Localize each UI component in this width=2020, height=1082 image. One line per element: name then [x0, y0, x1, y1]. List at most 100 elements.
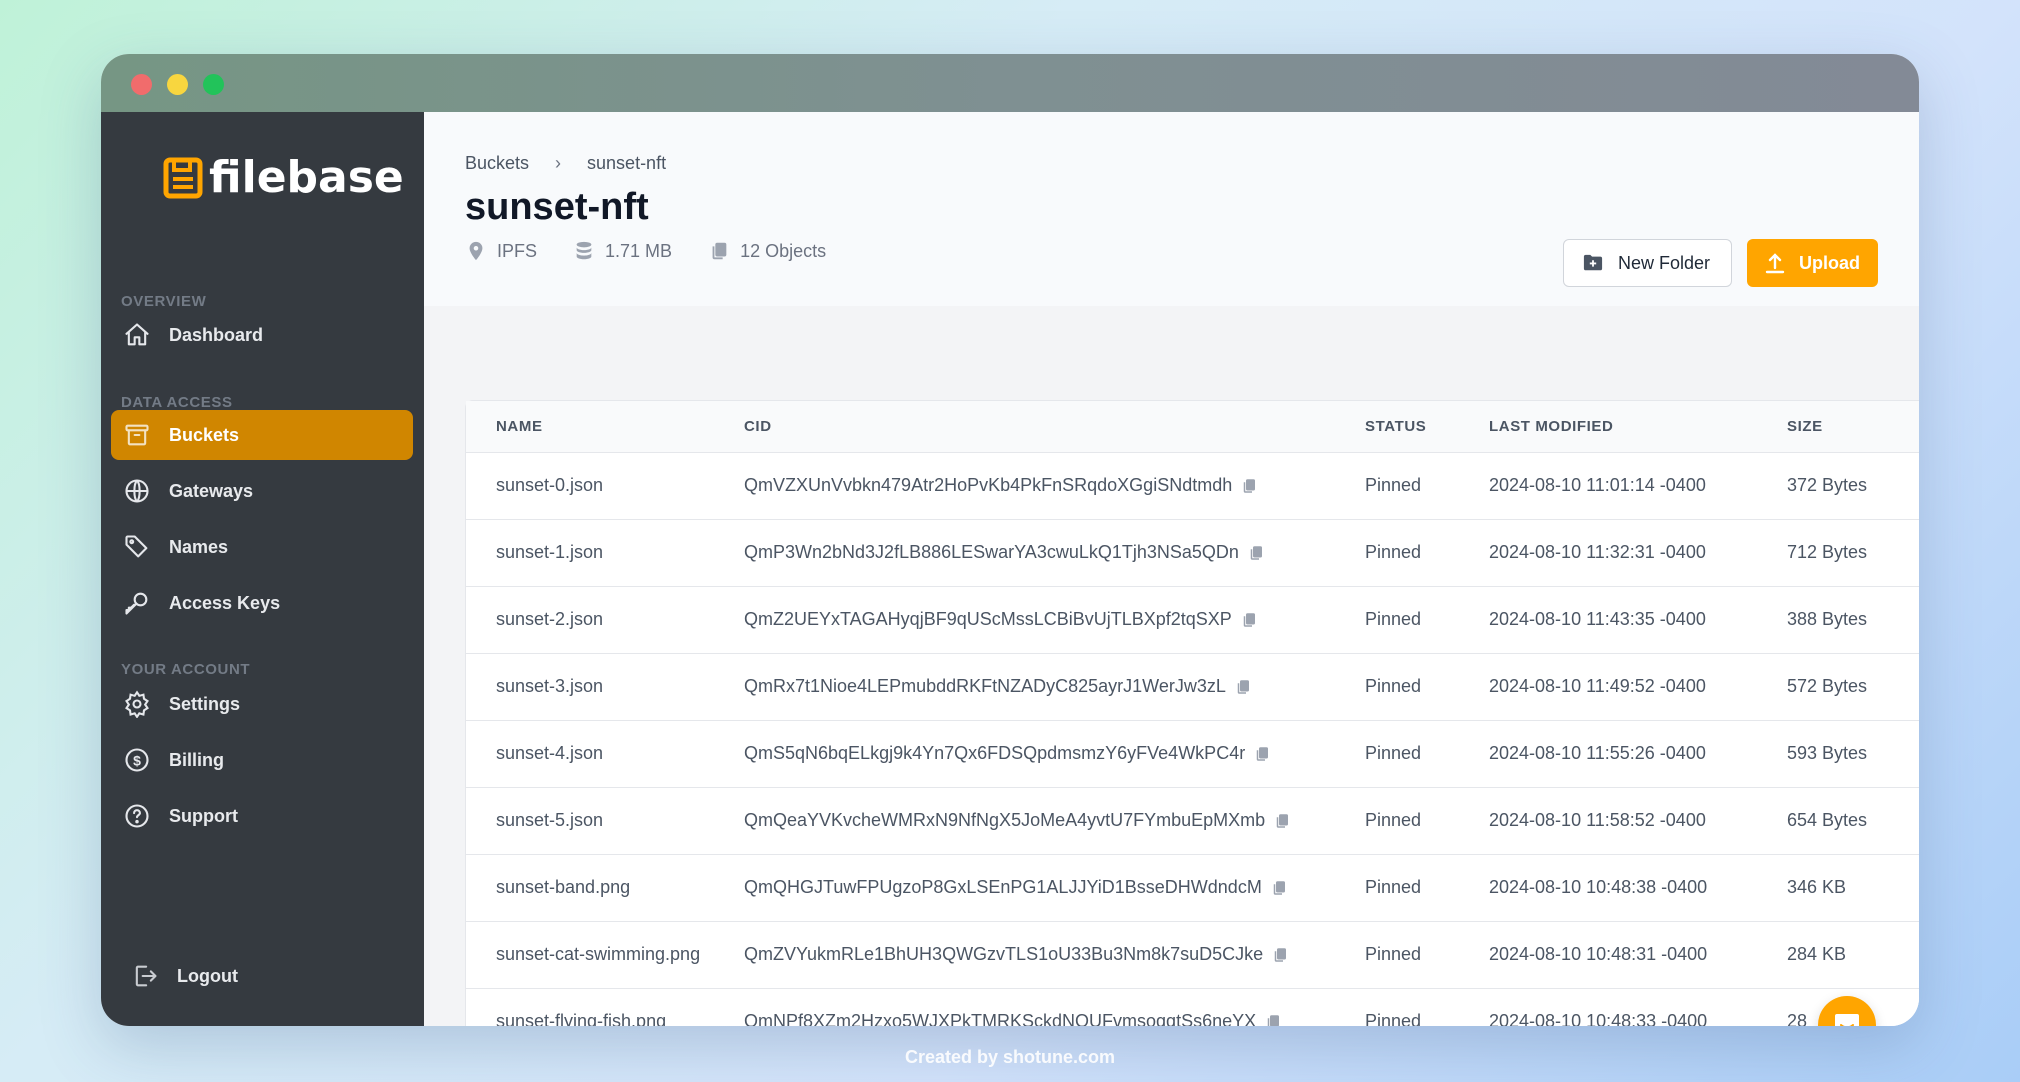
- cell-size: 712 Bytes: [1787, 519, 1919, 587]
- documents-icon: [712, 242, 727, 260]
- objects-table: NAME CID STATUS LAST MODIFIED SIZE sunse…: [466, 401, 1919, 1026]
- sidebar-item-buckets[interactable]: Buckets: [111, 410, 413, 460]
- sidebar-item-label: Billing: [169, 749, 224, 770]
- cell-name[interactable]: sunset-3.json: [466, 653, 744, 721]
- column-header-last-modified[interactable]: LAST MODIFIED: [1489, 401, 1787, 453]
- table-row[interactable]: sunset-cat-swimming.png QmZVYukmRLe1BhUH3…: [466, 921, 1919, 989]
- sidebar-item-support[interactable]: Support: [111, 791, 413, 841]
- table-row[interactable]: sunset-band.png QmQHGJTuwFPUgzoP8GxLSEnPG…: [466, 854, 1919, 922]
- table-row[interactable]: sunset-1.json QmP3Wn2bNd3J2fLB886LESwarYA…: [466, 519, 1919, 587]
- table-row[interactable]: sunset-flying-fish.png QmNPf8XZm2Hzxo5WJX…: [466, 988, 1919, 1026]
- breadcrumb-buckets-link[interactable]: Buckets: [465, 153, 529, 174]
- copy-icon[interactable]: [1240, 477, 1258, 495]
- cid-value: QmQeaYVKvcheWMRxN9NfNgX5JoMeA4yvtU7FYmbu…: [744, 810, 1266, 830]
- cell-status: Pinned: [1365, 854, 1489, 922]
- meta-size: 1.71 MB: [573, 240, 672, 262]
- sidebar-item-billing[interactable]: $ Billing: [111, 735, 413, 785]
- location-pin-icon: [469, 241, 483, 261]
- table-row[interactable]: sunset-4.json QmS5qN6bqELkgj9k4Yn7Qx6FDSQ…: [466, 720, 1919, 788]
- sidebar-item-label: Access Keys: [169, 592, 281, 613]
- cell-name[interactable]: sunset-flying-fish.png: [466, 988, 744, 1026]
- cid-value: QmS5qN6bqELkgj9k4Yn7Qx6FDSQpdmsmzY6yFVe4…: [744, 743, 1246, 763]
- cell-last-modified: 2024-08-10 11:01:14 -0400: [1489, 452, 1787, 520]
- sidebar: filebase OVERVIEW Dashboard DATA ACCESS …: [101, 112, 424, 1026]
- archive-box-icon: [125, 424, 149, 446]
- sidebar-item-names[interactable]: Names: [111, 522, 413, 572]
- cid-value: QmVZXUnVvbkn479Atr2HoPvKb4PkFnSRqdoXGgiS…: [744, 475, 1233, 495]
- cell-cid: QmS5qN6bqELkgj9k4Yn7Qx6FDSQpdmsmzY6yFVe4…: [744, 720, 1365, 788]
- sidebar-item-label: Gateways: [169, 480, 254, 501]
- sidebar-item-gateways[interactable]: Gateways: [111, 466, 413, 516]
- cell-size: 654 Bytes: [1787, 787, 1919, 855]
- dollar-circle-icon: $: [125, 748, 149, 772]
- column-header-name[interactable]: NAME: [466, 401, 744, 453]
- breadcrumb-current: sunset-nft: [587, 153, 667, 173]
- close-window-button[interactable]: [131, 74, 152, 95]
- copy-icon[interactable]: [1264, 1013, 1282, 1027]
- brand-name: filebase: [209, 152, 404, 203]
- copy-icon[interactable]: [1247, 544, 1265, 562]
- minimize-window-button[interactable]: [167, 74, 188, 95]
- objects-table-card: NAME CID STATUS LAST MODIFIED SIZE sunse…: [465, 400, 1919, 1026]
- table-row[interactable]: sunset-5.json QmQeaYVKvcheWMRxN9NfNgX5JoM…: [466, 787, 1919, 855]
- copy-icon[interactable]: [1234, 678, 1252, 696]
- cell-cid: QmQHGJTuwFPUgzoP8GxLSEnPG1ALJJYiD1BsseDH…: [744, 854, 1365, 922]
- bucket-meta: IPFS 1.71 MB 12 Objects: [465, 240, 826, 262]
- cell-cid: QmVZXUnVvbkn479Atr2HoPvKb4PkFnSRqdoXGgiS…: [744, 452, 1365, 520]
- copy-icon[interactable]: [1253, 745, 1271, 763]
- upload-button[interactable]: Upload: [1747, 239, 1878, 287]
- cell-last-modified: 2024-08-10 11:43:35 -0400: [1489, 586, 1787, 654]
- chevron-right-icon: ›: [555, 153, 562, 173]
- cid-value: QmP3Wn2bNd3J2fLB886LESwarYA3cwuLkQ1Tjh3N…: [744, 542, 1239, 562]
- logo[interactable]: filebase: [163, 152, 404, 203]
- cell-status: Pinned: [1365, 921, 1489, 989]
- logout-button[interactable]: Logout: [119, 951, 421, 1001]
- key-icon: [125, 592, 148, 615]
- database-icon: [576, 241, 592, 260]
- new-folder-button[interactable]: New Folder: [1563, 239, 1732, 287]
- cell-name[interactable]: sunset-5.json: [466, 787, 744, 855]
- cell-name[interactable]: sunset-band.png: [466, 854, 744, 922]
- cell-size: 284 KB: [1787, 921, 1919, 989]
- cell-name[interactable]: sunset-0.json: [466, 452, 744, 520]
- home-icon: [125, 323, 149, 346]
- table-row[interactable]: sunset-2.json QmZ2UEYxTAGAHyqjBF9qUScMssL…: [466, 586, 1919, 654]
- cell-size: 572 Bytes: [1787, 653, 1919, 721]
- cell-cid: QmP3Wn2bNd3J2fLB886LESwarYA3cwuLkQ1Tjh3N…: [744, 519, 1365, 587]
- cell-name[interactable]: sunset-1.json: [466, 519, 744, 587]
- sidebar-item-settings[interactable]: Settings: [111, 679, 413, 729]
- maximize-window-button[interactable]: [203, 74, 224, 95]
- section-data-access: DATA ACCESS: [121, 394, 233, 411]
- cell-status: Pinned: [1365, 452, 1489, 520]
- column-header-cid[interactable]: CID: [744, 401, 1365, 453]
- table-header-row: NAME CID STATUS LAST MODIFIED SIZE: [466, 401, 1919, 453]
- table-row[interactable]: sunset-3.json QmRx7t1Nioe4LEPmubddRKFtNZA…: [466, 653, 1919, 721]
- cell-status: Pinned: [1365, 586, 1489, 654]
- cell-name[interactable]: sunset-2.json: [466, 586, 744, 654]
- app-window: filebase OVERVIEW Dashboard DATA ACCESS …: [101, 54, 1919, 1026]
- cell-name[interactable]: sunset-4.json: [466, 720, 744, 788]
- copy-icon[interactable]: [1271, 946, 1289, 964]
- cell-name[interactable]: sunset-cat-swimming.png: [466, 921, 744, 989]
- table-row[interactable]: sunset-0.json QmVZXUnVvbkn479Atr2HoPvKb4P…: [466, 452, 1919, 520]
- sidebar-item-label: Names: [169, 536, 229, 557]
- sidebar-item-access-keys[interactable]: Access Keys: [111, 578, 413, 628]
- copy-icon[interactable]: [1273, 812, 1291, 830]
- meta-objects: 12 Objects: [708, 240, 826, 262]
- cell-size: 346 KB: [1787, 854, 1919, 922]
- copy-icon[interactable]: [1270, 879, 1288, 897]
- cell-last-modified: 2024-08-10 10:48:31 -0400: [1489, 921, 1787, 989]
- sidebar-item-label: Dashboard: [169, 324, 264, 345]
- cell-cid: QmZ2UEYxTAGAHyqjBF9qUScMssLCBiBvUjTLBXpf…: [744, 586, 1365, 654]
- cell-size: 593 Bytes: [1787, 720, 1919, 788]
- cid-value: QmQHGJTuwFPUgzoP8GxLSEnPG1ALJJYiD1BsseDH…: [744, 877, 1262, 897]
- footer-credit: Created by shotune.com: [904, 1047, 1116, 1067]
- column-header-size[interactable]: SIZE: [1787, 401, 1919, 453]
- copy-icon[interactable]: [1240, 611, 1258, 629]
- cell-size: 372 Bytes: [1787, 452, 1919, 520]
- gear-icon: [125, 690, 149, 718]
- question-circle-icon: [125, 804, 149, 828]
- sidebar-item-dashboard[interactable]: Dashboard: [111, 310, 413, 360]
- column-header-status[interactable]: STATUS: [1365, 401, 1489, 453]
- cell-cid: QmZVYukmRLe1BhUH3QWGzvTLS1oU33Bu3Nm8k7su…: [744, 921, 1365, 989]
